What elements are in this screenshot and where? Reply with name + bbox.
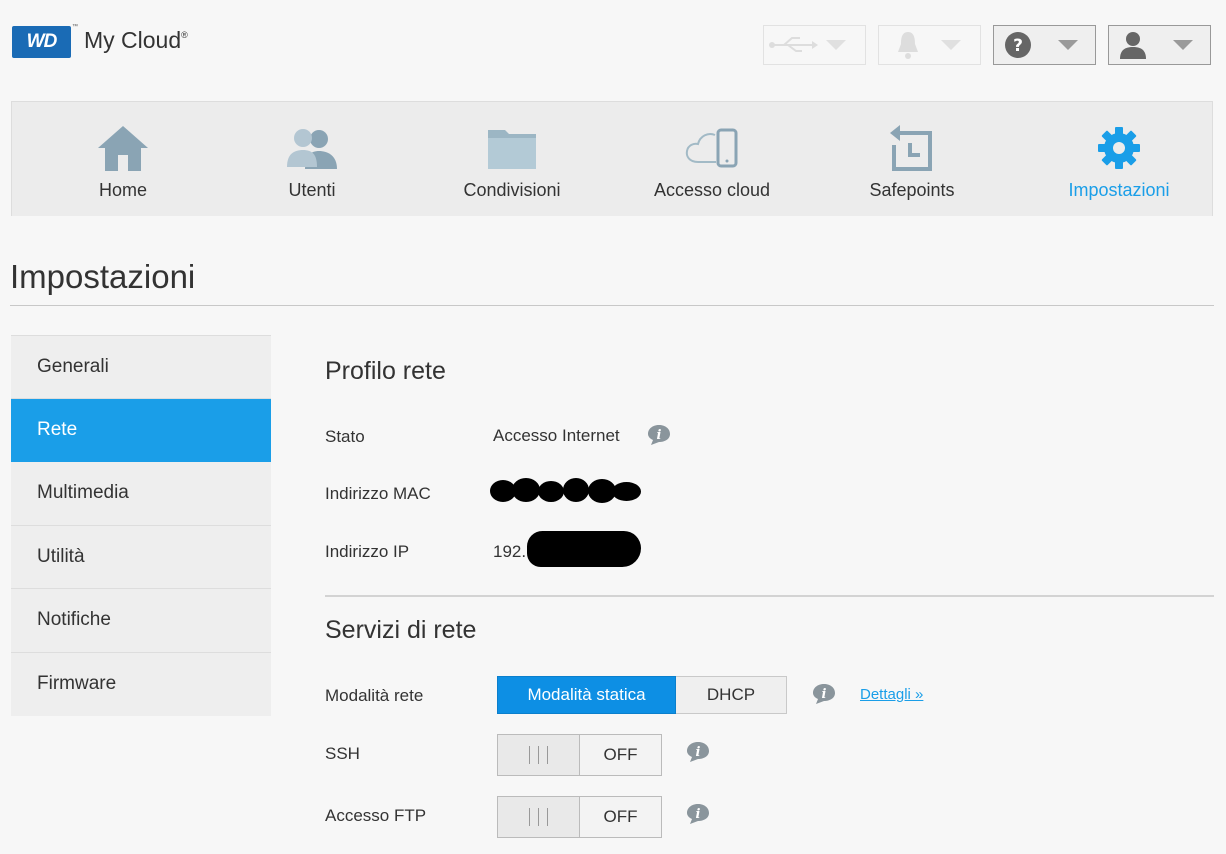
- nav-shares-label: Condivisioni: [463, 180, 561, 200]
- nav-home-label: Home: [98, 180, 147, 200]
- notifications-button[interactable]: [878, 25, 981, 65]
- sidebar-item-utilita[interactable]: Utilità: [11, 526, 271, 589]
- toggle-handle[interactable]: [498, 797, 580, 837]
- nav-users-label: Utenti: [288, 180, 336, 200]
- safepoint-icon: [888, 120, 936, 176]
- chevron-down-icon: [941, 40, 961, 50]
- svg-text:i: i: [696, 807, 701, 822]
- folder-icon: [487, 120, 537, 176]
- brand-title: My Cloud®: [84, 27, 188, 54]
- svg-text:i: i: [822, 687, 827, 702]
- user-icon: [1109, 30, 1157, 60]
- nav-cloud-access-label: Accesso cloud: [653, 180, 771, 200]
- details-link[interactable]: Dettagli »: [860, 686, 923, 703]
- sidebar-item-multimedia[interactable]: Multimedia: [11, 462, 271, 526]
- users-icon: [285, 120, 339, 176]
- static-mode-button[interactable]: Modalità statica: [497, 676, 676, 714]
- ip-value-redacted: [527, 531, 641, 567]
- ip-prefix: 192.: [493, 542, 527, 561]
- page-title: Impostazioni: [10, 258, 196, 295]
- brand-registered: ®: [181, 30, 188, 40]
- ftp-label: Accesso FTP: [325, 806, 427, 825]
- dhcp-mode-button[interactable]: DHCP: [676, 676, 787, 714]
- sidebar-item-rete[interactable]: Rete: [11, 398, 271, 462]
- usb-button[interactable]: [763, 25, 866, 65]
- mac-label: Indirizzo MAC: [325, 484, 431, 503]
- services-section-title: Servizi di rete: [325, 616, 477, 644]
- nav-home[interactable]: Home: [78, 102, 168, 217]
- sidebar-item-firmware[interactable]: Firmware: [11, 653, 271, 717]
- main-nav: Home Utenti Condivisioni Accesso cloud S…: [11, 101, 1213, 216]
- ftp-toggle[interactable]: OFF: [497, 796, 662, 838]
- svg-text:i: i: [696, 745, 701, 760]
- title-divider: [10, 305, 1214, 306]
- logo-trademark: ™: [72, 24, 78, 30]
- info-icon[interactable]: i: [647, 424, 671, 446]
- network-mode-label: Modalità rete: [325, 686, 424, 705]
- chevron-down-icon: [826, 40, 846, 50]
- toggle-handle[interactable]: [498, 735, 580, 775]
- chevron-down-icon: [1058, 40, 1078, 50]
- sidebar-item-generali[interactable]: Generali: [11, 335, 271, 399]
- gear-icon: [1097, 120, 1141, 176]
- info-icon[interactable]: i: [812, 683, 836, 705]
- info-icon[interactable]: i: [686, 741, 710, 763]
- info-icon[interactable]: i: [686, 803, 710, 825]
- cloud-device-icon: [684, 120, 740, 176]
- bell-icon: [879, 30, 937, 60]
- status-label: Stato: [325, 427, 365, 446]
- app-header: WD ™ My Cloud® ?: [0, 0, 1226, 100]
- svg-text:?: ?: [1013, 36, 1023, 56]
- chevron-down-icon: [1173, 40, 1193, 50]
- nav-safepoints-label: Safepoints: [869, 180, 955, 200]
- sidebar-item-notifiche[interactable]: Notifiche: [11, 589, 271, 653]
- status-value: Accesso Internet: [493, 426, 620, 445]
- ssh-toggle[interactable]: OFF: [497, 734, 662, 776]
- nav-safepoints[interactable]: Safepoints: [862, 102, 962, 217]
- nav-cloud-access[interactable]: Accesso cloud: [642, 102, 782, 217]
- ssh-state: OFF: [580, 735, 661, 775]
- profile-section-title: Profilo rete: [325, 357, 446, 385]
- help-icon: ?: [994, 31, 1042, 59]
- help-button[interactable]: ?: [993, 25, 1096, 65]
- nav-users[interactable]: Utenti: [267, 102, 357, 217]
- settings-sidebar: Generali Rete Multimedia Utilità Notific…: [11, 335, 271, 716]
- nav-settings[interactable]: Impostazioni: [1059, 102, 1179, 217]
- svg-text:i: i: [657, 428, 662, 443]
- nav-shares[interactable]: Condivisioni: [452, 102, 572, 217]
- user-button[interactable]: [1108, 25, 1211, 65]
- home-icon: [97, 120, 149, 176]
- wd-logo[interactable]: WD: [12, 26, 71, 58]
- ftp-state: OFF: [580, 797, 661, 837]
- ip-label: Indirizzo IP: [325, 542, 410, 561]
- ssh-label: SSH: [325, 744, 360, 763]
- brand-name: My Cloud: [84, 27, 182, 53]
- network-mode-switch: Modalità statica DHCP: [497, 676, 787, 714]
- section-divider: [325, 595, 1214, 597]
- nav-settings-label: Impostazioni: [1068, 180, 1170, 200]
- usb-icon: [764, 35, 822, 55]
